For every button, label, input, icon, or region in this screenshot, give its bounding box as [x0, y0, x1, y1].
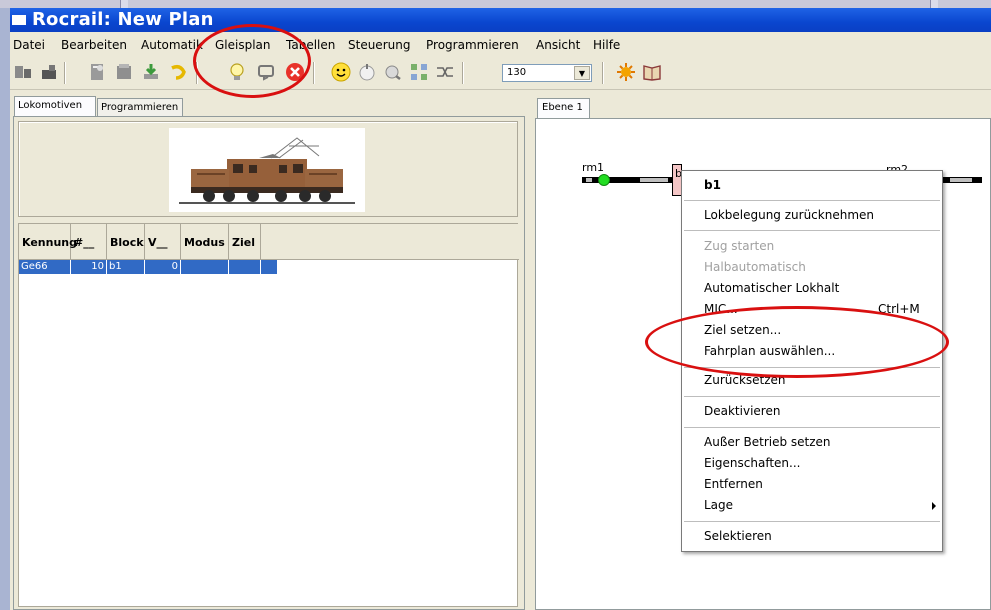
power-on-icon[interactable]: [226, 61, 248, 83]
menu-datei[interactable]: Datei: [13, 38, 45, 52]
tab-ebene-1[interactable]: Ebene 1: [537, 98, 590, 118]
menu-item-position-label: Lage: [704, 498, 734, 512]
menu-item-mic-shortcut: Ctrl+M: [878, 302, 920, 316]
title-bar[interactable]: Rocrail: New Plan: [10, 8, 991, 32]
toolbar: 130 ▼: [10, 56, 991, 90]
table-header: Kennung #__ Block V__ Modus Ziel: [19, 224, 519, 260]
menu-tabellen[interactable]: Tabellen: [286, 38, 335, 52]
cell-block: b1: [107, 260, 145, 274]
cell-kennung: Ge66: [19, 260, 71, 274]
settings-icon[interactable]: [615, 61, 637, 83]
track-segment[interactable]: [942, 177, 982, 183]
app-icon: [12, 15, 26, 25]
menu-steuerung[interactable]: Steuerung: [348, 38, 410, 52]
col-ziel[interactable]: Ziel: [229, 224, 261, 260]
locomotive-table[interactable]: Kennung #__ Block V__ Modus Ziel Ge66 10…: [18, 223, 519, 607]
desktop-background-strip: [0, 0, 991, 8]
menu-separator: [684, 230, 940, 231]
col-block[interactable]: Block: [107, 224, 145, 260]
menu-gleisplan[interactable]: Gleisplan: [215, 38, 271, 52]
menu-bar: Datei Bearbeiten Automatik Gleisplan Tab…: [10, 34, 991, 56]
menu-item-release-loco[interactable]: Lokbelegung zurücknehmen: [682, 205, 942, 226]
table-row[interactable]: Ge66 10 b1 0: [19, 260, 277, 274]
menu-separator: [684, 396, 940, 397]
menu-item-remove[interactable]: Entfernen: [682, 474, 942, 495]
col-kennung[interactable]: Kennung: [19, 224, 77, 260]
track-tie: [950, 178, 972, 182]
menu-separator: [684, 521, 940, 522]
menu-header-b1: b1: [704, 178, 721, 192]
toolbar-separator: [602, 62, 604, 84]
menu-item-out-of-service[interactable]: Außer Betrieb setzen: [682, 432, 942, 453]
desktop-window-edge: [120, 0, 128, 8]
menu-bearbeiten[interactable]: Bearbeiten: [61, 38, 127, 52]
menu-separator: [684, 367, 940, 368]
new-plan-icon[interactable]: [86, 61, 108, 83]
track-tie: [586, 178, 592, 182]
loco-image-frame: [18, 121, 518, 217]
window-title: Rocrail: New Plan: [32, 9, 214, 30]
emergency-break-icon[interactable]: [255, 61, 277, 83]
cell-nr: 10: [71, 260, 107, 274]
toolbar-separator: [64, 62, 66, 84]
zoom-value: 130: [507, 67, 527, 78]
menu-item-set-target[interactable]: Ziel setzen...: [682, 320, 942, 341]
locomotive-image: [169, 128, 365, 212]
connect-icon[interactable]: [12, 61, 34, 83]
menu-item-mic-label: MIC...: [704, 302, 738, 316]
menu-separator: [684, 427, 940, 428]
auto-mode-icon[interactable]: [330, 61, 352, 83]
cell-ziel: [229, 260, 261, 274]
menu-item-reset[interactable]: Zurücksetzen: [682, 370, 942, 391]
cell-modus: [181, 260, 229, 274]
menu-ansicht[interactable]: Ansicht: [536, 38, 580, 52]
track-tie: [640, 178, 668, 182]
menu-item-deactivate[interactable]: Deaktivieren: [682, 401, 942, 422]
desktop-left-edge: [0, 8, 10, 610]
menu-hilfe[interactable]: Hilfe: [593, 38, 620, 52]
stop-all-icon[interactable]: [284, 61, 306, 83]
locomotives-panel: Lokomotiven Programmieren Kennung #__ Bl…: [10, 92, 528, 610]
tab-lokomotiven[interactable]: Lokomotiven: [14, 96, 96, 116]
locomotives-tab-content: Kennung #__ Block V__ Modus Ziel Ge66 10…: [13, 116, 525, 610]
chevron-down-icon[interactable]: ▼: [574, 66, 590, 80]
menu-programmieren[interactable]: Programmieren: [426, 38, 519, 52]
track-segment[interactable]: [582, 177, 674, 183]
menu-item-start-train[interactable]: Zug starten: [682, 236, 942, 257]
menu-item-select[interactable]: Selektieren: [682, 526, 942, 547]
col-nr[interactable]: #__: [71, 224, 107, 260]
toolbar-separator: [313, 62, 315, 84]
shuffle-icon[interactable]: [434, 61, 456, 83]
menu-item-half-auto[interactable]: Halbautomatisch: [682, 257, 942, 278]
save-plan-icon[interactable]: [140, 61, 162, 83]
toolbar-separator: [196, 62, 198, 84]
col-v[interactable]: V__: [145, 224, 181, 260]
undo-icon[interactable]: [167, 61, 189, 83]
lock-icon[interactable]: [382, 61, 404, 83]
cell-v: 0: [145, 260, 181, 274]
layout-icon[interactable]: [408, 61, 430, 83]
menu-item-mic[interactable]: MIC... Ctrl+M: [682, 299, 942, 320]
menu-automatik[interactable]: Automatik: [141, 38, 203, 52]
menu-item-properties[interactable]: Eigenschaften...: [682, 453, 942, 474]
desktop-window-edge: [930, 0, 938, 8]
help-book-icon[interactable]: [641, 61, 663, 83]
menu-item-position[interactable]: Lage: [682, 495, 942, 516]
zoom-select[interactable]: 130 ▼: [502, 64, 592, 82]
menu-item-auto-stop[interactable]: Automatischer Lokhalt: [682, 278, 942, 299]
tab-programmieren[interactable]: Programmieren: [97, 98, 183, 116]
menu-separator: [684, 200, 940, 201]
open-plan-icon[interactable]: [113, 61, 135, 83]
submenu-arrow-icon: [932, 502, 936, 510]
sensor-label-rm1: rm1: [582, 161, 605, 174]
menu-item-choose-schedule[interactable]: Fahrplan auswählen...: [682, 341, 942, 362]
toolbar-separator: [462, 62, 464, 84]
block-context-menu: b1 Lokbelegung zurücknehmen Zug starten …: [681, 170, 943, 552]
disconnect-icon[interactable]: [38, 61, 60, 83]
sensor-rm1-indicator[interactable]: [598, 174, 610, 186]
go-icon[interactable]: [356, 61, 378, 83]
col-modus[interactable]: Modus: [181, 224, 229, 260]
